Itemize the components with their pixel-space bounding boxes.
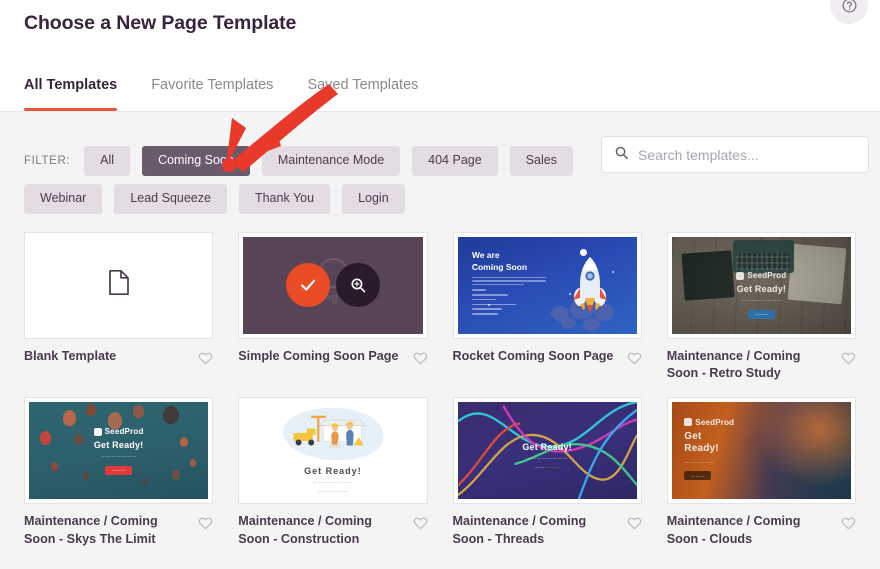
construction-illustration [293, 415, 366, 448]
template-title: Blank Template [24, 348, 117, 363]
template-title: Rocket Coming Soon Page [452, 348, 614, 363]
template-thumbnail-rocket[interactable]: We are Coming Soon [452, 231, 642, 339]
template-card: We are Coming Soon Rocket Coming Soon Pa… [452, 231, 642, 384]
filter-chip-webinar[interactable]: Webinar [24, 183, 103, 214]
filter-chip-coming-soon[interactable]: Coming Soon [142, 146, 250, 176]
search-input[interactable] [638, 146, 856, 163]
template-card: SeedProd Get Ready! — — — — — — — — — Mai… [666, 397, 856, 549]
filter-chip-thank-you[interactable]: Thank You [238, 183, 331, 214]
template-card: Blank Template [24, 231, 214, 384]
template-card: SeedProd Get Ready! — — — — — — — — — — … [666, 231, 856, 384]
filter-chip-lead-squeeze[interactable]: Lead Squeeze [114, 183, 227, 214]
template-thumbnail-blank[interactable] [24, 231, 214, 339]
heart-outline-icon[interactable] [413, 351, 428, 370]
thumbnail-preview-text: SeedProd Get Ready! — — — — — — — — — — [29, 427, 208, 476]
search-box[interactable] [601, 136, 869, 173]
template-title: Maintenance / Coming Soon - Skys The Lim… [24, 514, 158, 547]
template-card: Get Ready! — — — — — — — — — — — — — Mai… [452, 397, 642, 549]
filter-bar: FILTER: All Coming Soon Maintenance Mode… [0, 112, 880, 214]
template-thumbnail-clouds[interactable]: SeedProd Get Ready! — — — — — — — — — [666, 397, 856, 505]
search-container [601, 136, 869, 173]
preview-template-button[interactable] [335, 263, 380, 307]
template-card: Get Ready! — — — — — — — — — — — — — — M… [238, 397, 428, 549]
page-header: Choose a New Page Template All Templates… [0, 0, 880, 112]
heart-outline-icon[interactable] [198, 516, 213, 535]
filter-label: FILTER: [24, 154, 71, 167]
search-icon [614, 145, 629, 165]
template-title: Maintenance / Coming Soon - Construction [238, 514, 372, 547]
template-thumbnail-simple-coming-soon[interactable]: Coming Soon — — — — — [238, 231, 428, 339]
heart-outline-icon[interactable] [198, 351, 213, 370]
template-card: SeedProd Get Ready! — — — — — — — — — — … [24, 397, 214, 549]
heart-outline-icon[interactable] [627, 351, 642, 370]
rocket-icon [573, 256, 608, 312]
template-grid: Blank Template Coming Soon — — — — — Sim… [0, 214, 880, 550]
heart-outline-icon[interactable] [413, 516, 428, 535]
thumbnail-preview-text: SeedProd Get Ready! — — — — — — — — — — … [672, 271, 851, 320]
filter-chip-sales[interactable]: Sales [509, 146, 573, 176]
heart-outline-icon[interactable] [627, 516, 642, 535]
template-title: Maintenance / Coming Soon - Retro Study [666, 348, 801, 381]
template-title: Maintenance / Coming Soon - Clouds [666, 514, 801, 547]
thumbnail-preview-text: SeedProd Get Ready! — — — — — — — — — [684, 418, 734, 482]
filter-chip-all[interactable]: All [84, 146, 131, 176]
template-thumbnail-retro-study[interactable]: SeedProd Get Ready! — — — — — — — — — — … [666, 231, 856, 339]
select-template-button[interactable] [285, 263, 330, 307]
page-title: Choose a New Page Template [24, 12, 297, 34]
heart-outline-icon[interactable] [841, 351, 856, 370]
filter-chip-login[interactable]: Login [342, 183, 405, 214]
template-thumbnail-skys-the-limit[interactable]: SeedProd Get Ready! — — — — — — — — — — [24, 397, 214, 505]
template-thumbnail-construction[interactable]: Get Ready! — — — — — — — — — — — — — — [238, 397, 428, 505]
tab-all-templates[interactable]: All Templates [24, 77, 118, 111]
filter-chip-404-page[interactable]: 404 Page [412, 146, 498, 176]
template-hover-overlay [243, 237, 422, 334]
filter-chip-maintenance-mode[interactable]: Maintenance Mode [261, 146, 401, 176]
template-card: Coming Soon — — — — — Simple Coming Soon… [238, 231, 428, 384]
template-title: Maintenance / Coming Soon - Threads [452, 514, 587, 547]
filter-chip-group: FILTER: All Coming Soon Maintenance Mode… [24, 146, 594, 214]
thumbnail-preview-text: We are Coming Soon [471, 250, 546, 318]
template-thumbnail-threads[interactable]: Get Ready! — — — — — — — — — — — — — [452, 397, 642, 505]
tab-bar: All Templates Favorite Templates Saved T… [24, 77, 418, 111]
heart-outline-icon[interactable] [841, 516, 856, 535]
thumbnail-preview-text: Get Ready! — — — — — — — — — — — — — [522, 442, 572, 470]
tab-saved-templates[interactable]: Saved Templates [307, 77, 418, 111]
template-chooser-screen: Choose a New Page Template All Templates… [0, 0, 880, 569]
tab-favorite-templates[interactable]: Favorite Templates [151, 77, 273, 111]
document-icon [108, 269, 130, 301]
template-title: Simple Coming Soon Page [238, 348, 399, 363]
thumbnail-preview-text: Get Ready! — — — — — — — — — — — — — — [304, 466, 362, 494]
